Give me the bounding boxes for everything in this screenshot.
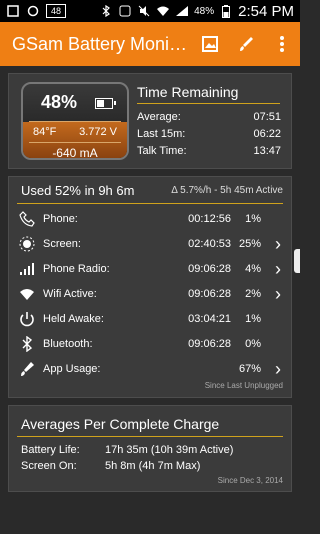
usage-row-wifi[interactable]: Wifi Active: 09:06:28 2% › xyxy=(17,283,283,305)
usage-percent: 67% xyxy=(238,363,261,375)
averages-card: Averages Per Complete Charge Battery Lif… xyxy=(8,405,292,492)
nfc-icon xyxy=(118,4,132,18)
averages-row: Screen On: 5h 8m (4h 7m Max) xyxy=(21,460,200,472)
charging-battery-icon xyxy=(95,98,116,109)
phone-icon xyxy=(17,210,37,228)
battery-current: -640 mA xyxy=(52,146,98,160)
battery-voltage: 3.772 V xyxy=(79,126,117,138)
signal-icon xyxy=(175,4,189,18)
battery-temperature: 84°F xyxy=(33,126,57,138)
usage-time: 00:12:56 xyxy=(188,213,231,225)
usage-label: Bluetooth: xyxy=(43,338,93,350)
bluetooth-icon xyxy=(99,4,113,18)
usage-label: Held Awake: xyxy=(43,313,104,325)
battery-divider xyxy=(29,121,121,122)
wifi-icon xyxy=(17,285,37,303)
time-remaining-row: Last 15m: 06:22 xyxy=(137,128,281,140)
usage-label: Wifi Active: xyxy=(43,288,97,300)
more-vert-icon xyxy=(280,36,284,52)
badge-48-icon: 48 xyxy=(46,4,66,18)
time-remaining-value: 13:47 xyxy=(253,145,281,157)
time-remaining-label: Last 15m: xyxy=(137,128,186,140)
chevron-right-icon: › xyxy=(275,358,281,379)
usage-time: 09:06:28 xyxy=(188,338,231,350)
image-icon xyxy=(202,36,218,52)
image-button[interactable] xyxy=(192,22,228,66)
averages-value: 5h 8m (4h 7m Max) xyxy=(105,460,201,472)
signal-bars-icon xyxy=(17,260,37,278)
averages-value: 17h 35m (10h 39m Active) xyxy=(105,444,234,456)
usage-row-phone-radio[interactable]: Phone Radio: 09:06:28 4% › xyxy=(17,258,283,280)
time-remaining-value: 06:22 xyxy=(253,128,281,140)
brightness-icon xyxy=(17,235,37,253)
usage-divider xyxy=(17,203,283,204)
usage-time: 09:06:28 xyxy=(188,288,231,300)
time-remaining-title: Time Remaining xyxy=(137,84,239,100)
usage-row-screen[interactable]: Screen: 02:40:53 25% › xyxy=(17,233,283,255)
battery-level-text: 48% xyxy=(41,92,78,112)
usage-time: 02:40:53 xyxy=(188,238,231,250)
chevron-right-icon: › xyxy=(275,283,281,304)
brush-button[interactable] xyxy=(228,22,264,66)
battery-divider-2 xyxy=(29,142,121,143)
usage-percent: 2% xyxy=(245,288,261,300)
chevron-right-icon: › xyxy=(275,258,281,279)
usage-row-held-awake[interactable]: Held Awake: 03:04:21 1% xyxy=(17,308,283,330)
time-remaining-row: Average: 07:51 xyxy=(137,111,281,123)
usage-card: Used 52% in 9h 6m Δ 5.7%/h - 5h 45m Acti… xyxy=(8,176,292,398)
since-date-note: Since Dec 3, 2014 xyxy=(217,476,283,485)
refresh-icon xyxy=(26,4,40,18)
averages-row: Battery Life: 17h 35m (10h 39m Active) xyxy=(21,444,233,456)
chevron-right-icon: › xyxy=(275,233,281,254)
usage-row-bluetooth[interactable]: Bluetooth: 09:06:28 0% xyxy=(17,333,283,355)
time-remaining-label: Talk Time: xyxy=(137,145,187,157)
averages-label: Battery Life: xyxy=(21,444,80,456)
time-remaining-row: Talk Time: 13:47 xyxy=(137,145,281,157)
clock: 2:54 PM xyxy=(238,2,294,20)
usage-label: Screen: xyxy=(43,238,81,250)
battery-summary-card[interactable]: 48% 84°F 3.772 V -640 mA Time Remaining … xyxy=(8,73,292,169)
averages-label: Screen On: xyxy=(21,460,77,472)
notification-icon xyxy=(6,4,20,18)
usage-percent: 1% xyxy=(245,213,261,225)
side-drawer-handle[interactable] xyxy=(294,249,300,273)
brush-icon xyxy=(17,360,37,378)
usage-percent: 25% xyxy=(238,238,261,250)
usage-time: 03:04:21 xyxy=(188,313,231,325)
app-bar: GSam Battery Moni… xyxy=(0,22,300,66)
time-remaining-divider xyxy=(137,103,280,104)
mute-icon xyxy=(137,4,151,18)
usage-label: Phone: xyxy=(43,213,78,225)
overflow-menu-button[interactable] xyxy=(264,22,300,66)
drain-rate: Δ 5.7%/h - 5h 45m Active xyxy=(171,185,283,196)
brush-icon xyxy=(240,37,253,51)
time-remaining-value: 07:51 xyxy=(253,111,281,123)
usage-label: App Usage: xyxy=(43,363,101,375)
since-unplugged-note: Since Last Unplugged xyxy=(204,381,283,390)
battery-percent: 48% xyxy=(194,5,215,17)
power-icon xyxy=(17,310,37,328)
averages-title: Averages Per Complete Charge xyxy=(21,416,220,432)
usage-time: 09:06:28 xyxy=(188,263,231,275)
status-bar: 48 48% 2:54 PM xyxy=(0,0,300,22)
used-summary: Used 52% in 9h 6m xyxy=(21,183,135,198)
usage-percent: 0% xyxy=(245,338,261,350)
averages-divider xyxy=(17,436,283,437)
time-remaining-label: Average: xyxy=(137,111,181,123)
battery-graphic: 48% 84°F 3.772 V -640 mA xyxy=(21,82,129,160)
usage-percent: 4% xyxy=(245,263,261,275)
wifi-icon xyxy=(156,4,170,18)
usage-row-phone[interactable]: Phone: 00:12:56 1% xyxy=(17,208,283,230)
battery-icon xyxy=(219,4,233,18)
usage-row-app-usage[interactable]: App Usage: 67% › xyxy=(17,358,283,380)
app-title: GSam Battery Moni… xyxy=(12,33,188,54)
bluetooth-icon xyxy=(17,335,37,353)
usage-label: Phone Radio: xyxy=(43,263,110,275)
usage-percent: 1% xyxy=(245,313,261,325)
